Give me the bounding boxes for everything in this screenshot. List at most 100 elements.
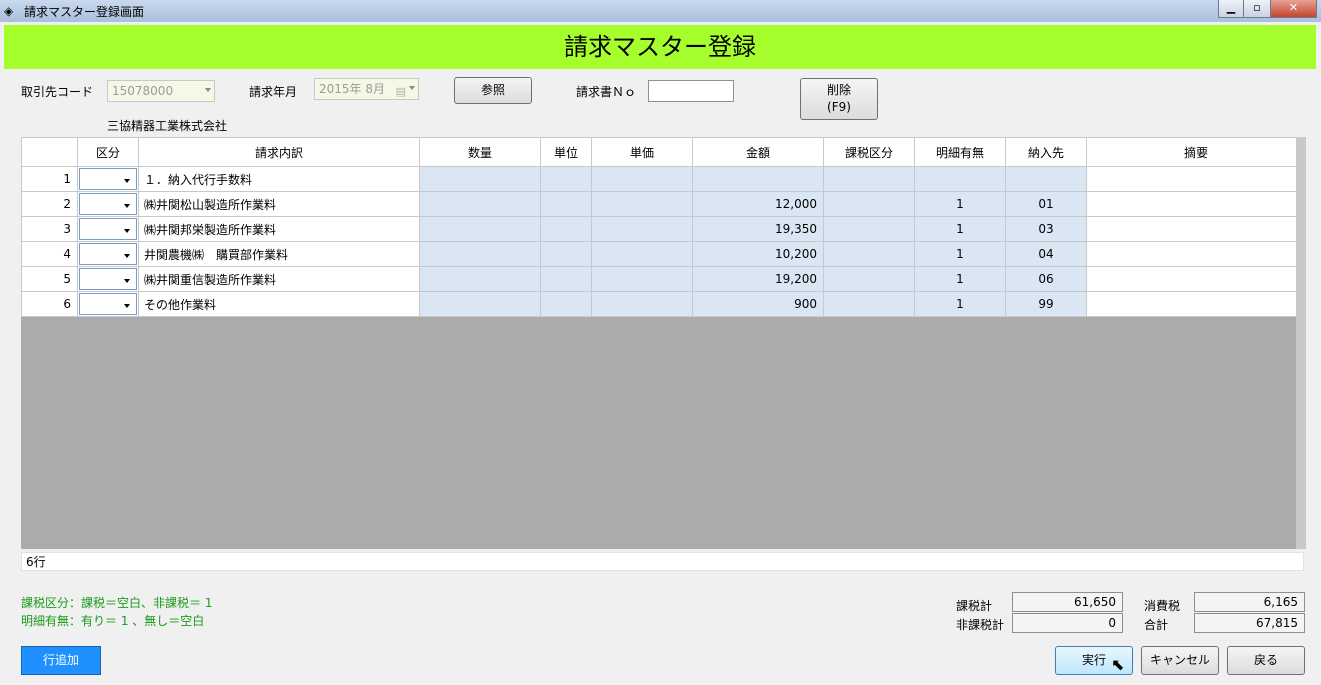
detail-grid[interactable]: 区分 請求内訳 数量 単位 単価 金額 課税区分 明細有無 納入先 摘要 1 １．…: [21, 137, 1306, 549]
row-unit[interactable]: [540, 166, 592, 192]
row-quantity[interactable]: [419, 216, 541, 242]
row-tax-category[interactable]: [823, 216, 915, 242]
invoice-no-input[interactable]: [648, 80, 734, 102]
grand-total-label: 合計: [1144, 618, 1169, 632]
row-detail-flag[interactable]: 1: [914, 216, 1006, 242]
header-detail[interactable]: 明細有無: [914, 137, 1006, 167]
table-row[interactable]: 4 井関農機㈱ 購買部作業料 10,200 1 04: [21, 241, 1306, 267]
row-detail-flag[interactable]: [914, 166, 1006, 192]
row-detail-flag[interactable]: 1: [914, 241, 1006, 267]
row-detail-flag[interactable]: 1: [914, 191, 1006, 217]
grand-total-value: 67,815: [1194, 613, 1305, 633]
row-tax-category[interactable]: [823, 266, 915, 292]
add-row-button[interactable]: 行追加: [21, 646, 101, 675]
row-memo[interactable]: [1086, 291, 1306, 317]
calendar-icon: ▤: [395, 85, 406, 98]
row-amount[interactable]: 12,000: [692, 191, 824, 217]
consumption-tax-label: 消費税: [1144, 599, 1181, 613]
vertical-scrollbar[interactable]: [1296, 137, 1306, 549]
row-description[interactable]: その他作業料: [138, 291, 420, 317]
table-row[interactable]: 5 ㈱井関重信製造所作業料 19,200 1 06: [21, 266, 1306, 292]
kubun-select[interactable]: [77, 166, 139, 192]
row-tax-category[interactable]: [823, 166, 915, 192]
row-destination[interactable]: [1005, 166, 1087, 192]
row-amount[interactable]: 19,200: [692, 266, 824, 292]
row-unit-price[interactable]: [591, 266, 693, 292]
row-tax-category[interactable]: [823, 291, 915, 317]
row-unit[interactable]: [540, 191, 592, 217]
row-unit[interactable]: [540, 266, 592, 292]
client-code-select[interactable]: 15078000: [107, 80, 215, 102]
row-unit-price[interactable]: [591, 241, 693, 267]
row-memo[interactable]: [1086, 216, 1306, 242]
kubun-dropdown[interactable]: [79, 293, 137, 315]
row-description[interactable]: ㈱井関邦栄製造所作業料: [138, 216, 420, 242]
row-description[interactable]: ㈱井関重信製造所作業料: [138, 266, 420, 292]
kubun-select[interactable]: [77, 216, 139, 242]
close-icon[interactable]: ✕: [1270, 0, 1317, 18]
back-button[interactable]: 戻る: [1227, 646, 1305, 675]
billing-month-picker[interactable]: 2015年 8月 ▤: [314, 78, 419, 100]
kubun-dropdown[interactable]: [79, 218, 137, 240]
row-tax-category[interactable]: [823, 241, 915, 267]
kubun-dropdown[interactable]: [79, 168, 137, 190]
row-destination[interactable]: 01: [1005, 191, 1087, 217]
row-quantity[interactable]: [419, 166, 541, 192]
table-row[interactable]: 2 ㈱井関松山製造所作業料 12,000 1 01: [21, 191, 1306, 217]
reference-button[interactable]: 参照: [454, 77, 532, 104]
kubun-select[interactable]: [77, 291, 139, 317]
table-row[interactable]: 6 その他作業料 900 1 99: [21, 291, 1306, 317]
header-tax[interactable]: 課税区分: [823, 137, 915, 167]
header-qty[interactable]: 数量: [419, 137, 541, 167]
row-amount[interactable]: 900: [692, 291, 824, 317]
header-price[interactable]: 単価: [591, 137, 693, 167]
header-unit[interactable]: 単位: [540, 137, 592, 167]
row-quantity[interactable]: [419, 266, 541, 292]
header-amount[interactable]: 金額: [692, 137, 824, 167]
row-detail-flag[interactable]: 1: [914, 266, 1006, 292]
row-memo[interactable]: [1086, 266, 1306, 292]
row-description[interactable]: １．納入代行手数料: [138, 166, 420, 192]
row-memo[interactable]: [1086, 191, 1306, 217]
header-memo[interactable]: 摘要: [1086, 137, 1306, 167]
row-unit-price[interactable]: [591, 291, 693, 317]
row-amount[interactable]: 19,350: [692, 216, 824, 242]
row-quantity[interactable]: [419, 191, 541, 217]
row-description[interactable]: ㈱井関松山製造所作業料: [138, 191, 420, 217]
row-amount[interactable]: [692, 166, 824, 192]
row-tax-category[interactable]: [823, 191, 915, 217]
kubun-select[interactable]: [77, 266, 139, 292]
delete-button[interactable]: 削除 (F9): [800, 78, 878, 120]
cancel-button[interactable]: キャンセル: [1141, 646, 1219, 675]
kubun-dropdown[interactable]: [79, 193, 137, 215]
row-unit[interactable]: [540, 216, 592, 242]
header-desc[interactable]: 請求内訳: [138, 137, 420, 167]
row-unit-price[interactable]: [591, 216, 693, 242]
minimize-icon[interactable]: ▁: [1218, 0, 1244, 18]
maximize-icon[interactable]: ▫: [1243, 0, 1271, 18]
row-unit[interactable]: [540, 291, 592, 317]
row-destination[interactable]: 04: [1005, 241, 1087, 267]
row-quantity[interactable]: [419, 291, 541, 317]
row-memo[interactable]: [1086, 166, 1306, 192]
row-unit-price[interactable]: [591, 166, 693, 192]
kubun-select[interactable]: [77, 241, 139, 267]
row-detail-flag[interactable]: 1: [914, 291, 1006, 317]
window-title: 請求マスター登録画面: [24, 5, 145, 19]
header-kubun[interactable]: 区分: [77, 137, 139, 167]
table-row[interactable]: 3 ㈱井関邦栄製造所作業料 19,350 1 03: [21, 216, 1306, 242]
row-destination[interactable]: 99: [1005, 291, 1087, 317]
row-memo[interactable]: [1086, 241, 1306, 267]
header-dest[interactable]: 納入先: [1005, 137, 1087, 167]
row-destination[interactable]: 03: [1005, 216, 1087, 242]
row-unit[interactable]: [540, 241, 592, 267]
row-amount[interactable]: 10,200: [692, 241, 824, 267]
table-row[interactable]: 1 １．納入代行手数料: [21, 166, 1306, 192]
kubun-dropdown[interactable]: [79, 243, 137, 265]
kubun-select[interactable]: [77, 191, 139, 217]
row-description[interactable]: 井関農機㈱ 購買部作業料: [138, 241, 420, 267]
row-unit-price[interactable]: [591, 191, 693, 217]
row-quantity[interactable]: [419, 241, 541, 267]
kubun-dropdown[interactable]: [79, 268, 137, 290]
row-destination[interactable]: 06: [1005, 266, 1087, 292]
